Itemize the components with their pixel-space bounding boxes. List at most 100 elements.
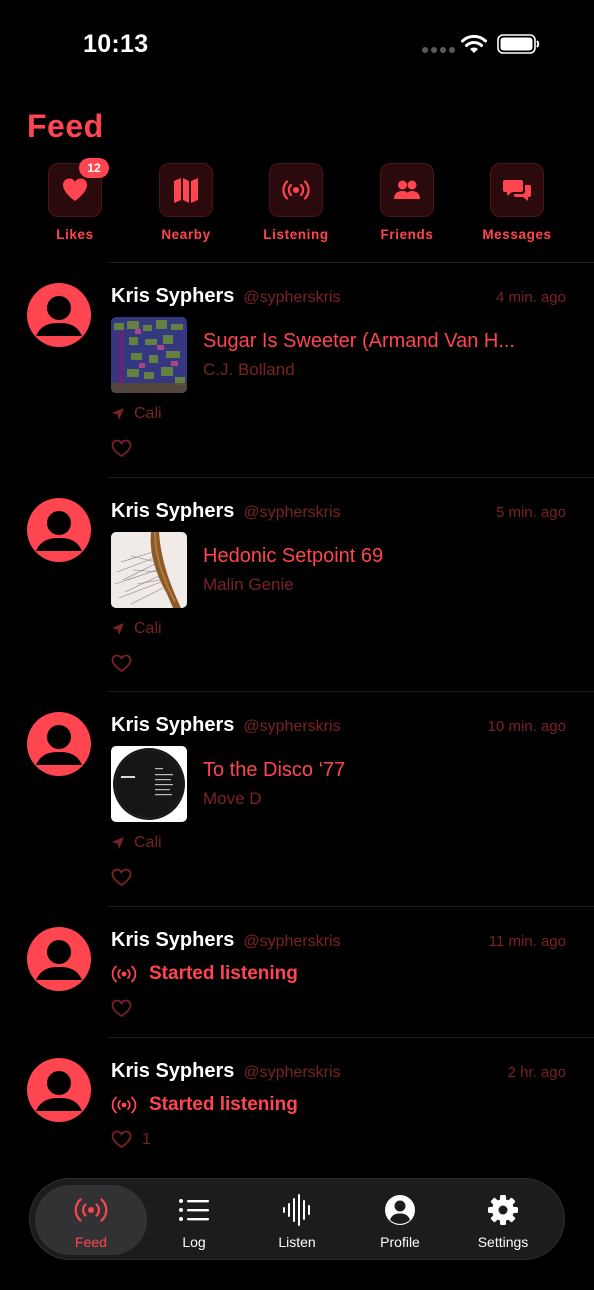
activity-text: Started listening [149, 963, 298, 984]
person-icon [36, 725, 82, 765]
page-title: Feed [27, 108, 104, 144]
heart-outline-icon [111, 654, 132, 673]
quick-action-messages[interactable]: Messages [462, 163, 572, 242]
feed-item[interactable]: Kris Syphers @sypherskris 4 min. ago Sug… [27, 262, 594, 477]
signal-icon [422, 47, 455, 53]
broadcast-icon [282, 180, 310, 200]
quick-action-listening[interactable]: Listening [241, 163, 351, 242]
heart-outline-icon [111, 868, 132, 887]
tab-settings[interactable]: Settings [447, 1185, 559, 1255]
tab-log[interactable]: Log [138, 1185, 250, 1255]
tab-label: Listen [278, 1234, 316, 1250]
timestamp: 2 hr. ago [507, 1064, 566, 1081]
tab-label: Settings [477, 1234, 529, 1250]
track-artist[interactable]: Malin Genie [203, 575, 383, 595]
like-button[interactable] [111, 999, 132, 1018]
activity-row: Started listening [111, 963, 298, 985]
location-arrow-icon [112, 408, 124, 420]
waveform-icon [283, 1194, 310, 1226]
album-cover [111, 317, 187, 393]
track-title[interactable]: Hedonic Setpoint 69 [203, 545, 383, 568]
like-count: 1 [142, 1130, 151, 1148]
map-icon [174, 178, 198, 203]
feed-item[interactable]: Kris Syphers @sypherskris 5 min. ago Hed… [27, 477, 594, 691]
tab-feed[interactable]: Feed [35, 1185, 147, 1255]
battery-icon [497, 34, 540, 54]
track-card[interactable]: To the Disco ‘77 Move D [111, 746, 345, 822]
location-label: Cali [134, 834, 162, 851]
heart-outline-icon [111, 439, 132, 458]
heart-outline-icon [111, 999, 132, 1018]
like-button[interactable] [111, 868, 132, 887]
person-circle-icon [385, 1195, 415, 1225]
quick-action-label: Messages [482, 227, 552, 242]
tab-label: Feed [75, 1234, 107, 1250]
location: Cali [111, 405, 162, 423]
track-card[interactable]: Hedonic Setpoint 69 Malin Genie [111, 532, 383, 608]
user-name[interactable]: Kris Syphers [111, 1060, 234, 1083]
heart-outline-icon [111, 1130, 132, 1149]
quick-action-likes[interactable]: 12 Likes [20, 158, 130, 242]
location: Cali [111, 834, 162, 852]
timestamp: 4 min. ago [495, 289, 566, 306]
album-cover [111, 532, 187, 608]
user-handle[interactable]: @sypherskris [243, 1064, 340, 1082]
location: Cali [111, 620, 162, 638]
user-name[interactable]: Kris Syphers [111, 929, 234, 952]
tab-profile[interactable]: Profile [344, 1185, 456, 1255]
feed-item[interactable]: Kris Syphers @sypherskris 10 min. ago To… [27, 691, 594, 906]
avatar[interactable] [27, 1058, 91, 1122]
location-label: Cali [134, 405, 162, 422]
location-arrow-icon [112, 623, 124, 635]
user-name[interactable]: Kris Syphers [111, 500, 234, 523]
quick-action-friends[interactable]: Friends [352, 163, 462, 242]
person-icon [36, 296, 82, 336]
broadcast-icon [111, 965, 137, 983]
person-icon [36, 511, 82, 551]
user-handle[interactable]: @sypherskris [243, 504, 340, 522]
quick-actions: 12 Likes Nearby Listening Friends Messag… [0, 158, 594, 245]
broadcast-icon [74, 1198, 108, 1222]
tab-bar: Feed Log Listen Profile Settings [29, 1178, 565, 1260]
track-artist[interactable]: C.J. Bolland [203, 360, 515, 380]
gear-icon [488, 1195, 518, 1225]
avatar[interactable] [27, 712, 91, 776]
track-card[interactable]: Sugar Is Sweeter (Armand Van H... C.J. B… [111, 317, 515, 393]
chat-bubbles-icon [503, 180, 531, 201]
track-title[interactable]: To the Disco ‘77 [203, 759, 345, 782]
like-button[interactable]: 1 [111, 1130, 151, 1149]
avatar[interactable] [27, 498, 91, 562]
timestamp: 5 min. ago [495, 504, 566, 521]
quick-action-label: Listening [263, 227, 329, 242]
status-time: 10:13 [83, 30, 149, 58]
avatar[interactable] [27, 283, 91, 347]
broadcast-icon [111, 1096, 137, 1114]
user-handle[interactable]: @sypherskris [243, 718, 340, 736]
wifi-icon [461, 34, 487, 53]
timestamp: 10 min. ago [487, 718, 566, 735]
people-icon [394, 180, 420, 199]
user-handle[interactable]: @sypherskris [243, 289, 340, 307]
avatar[interactable] [27, 927, 91, 991]
track-title[interactable]: Sugar Is Sweeter (Armand Van H... [203, 330, 515, 353]
album-cover [111, 746, 187, 822]
quick-action-label: Friends [380, 227, 434, 242]
user-handle[interactable]: @sypherskris [243, 933, 340, 951]
user-name[interactable]: Kris Syphers [111, 714, 234, 737]
like-button[interactable] [111, 654, 132, 673]
track-artist[interactable]: Move D [203, 789, 345, 809]
activity-text: Started listening [149, 1094, 298, 1115]
user-name[interactable]: Kris Syphers [111, 285, 234, 308]
likes-badge: 12 [79, 158, 109, 178]
person-icon [36, 940, 82, 980]
like-button[interactable] [111, 439, 132, 458]
location-arrow-icon [112, 837, 124, 849]
quick-action-nearby[interactable]: Nearby [131, 163, 241, 242]
feed-item[interactable]: Kris Syphers @sypherskris 11 min. ago St… [27, 906, 594, 1037]
status-bar: 10:13 [0, 0, 594, 90]
tab-listen[interactable]: Listen [241, 1185, 353, 1255]
list-icon [179, 1199, 209, 1221]
quick-action-label: Nearby [161, 227, 211, 242]
feed-list: Kris Syphers @sypherskris 4 min. ago Sug… [0, 262, 594, 1168]
feed-item[interactable]: Kris Syphers @sypherskris 2 hr. ago Star… [27, 1037, 594, 1168]
